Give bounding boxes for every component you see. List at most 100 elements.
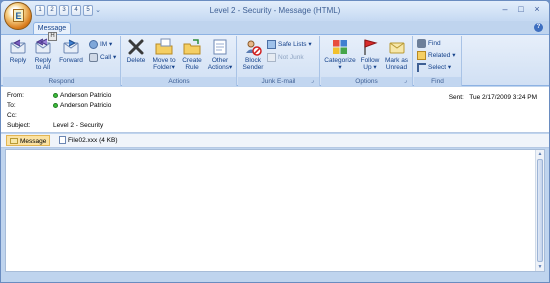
call-button[interactable]: Call ▾ — [89, 53, 116, 63]
related-icon — [417, 51, 426, 60]
reply-all-button[interactable]: Reply to All — [32, 38, 54, 71]
block-sender-icon — [246, 40, 262, 56]
keytip-badge: H — [48, 32, 57, 41]
window-title: Level 2 - Security - Message (HTML) — [209, 6, 341, 15]
subject-row: Subject: Level 2 - Security — [7, 122, 103, 129]
junk-dialog-launcher-icon[interactable]: ⌟ — [311, 78, 318, 85]
attachment-file[interactable]: File02.xxx (4 KB) — [56, 135, 121, 146]
forward-button[interactable]: Forward — [58, 38, 84, 64]
group-respond: Reply Reply to All Forward IM ▾ Call ▾ R… — [3, 36, 121, 86]
delete-button[interactable]: Delete — [125, 38, 147, 64]
select-button[interactable]: Select ▾ — [417, 63, 451, 73]
create-rule-button[interactable]: Create Rule — [180, 38, 204, 71]
move-to-folder-icon — [155, 38, 173, 55]
block-label-2: Sender — [242, 64, 264, 71]
subject-label: Subject: — [7, 122, 31, 129]
group-actions: Delete Move to Folder▾ Create Rule Other… — [122, 36, 237, 86]
move-label-2: Folder▾ — [153, 64, 175, 71]
title-bar: 1 2 3 4 5 ⌄ Level 2 - Security - Message… — [1, 1, 549, 21]
sent-info: Sent: Tue 2/17/2009 3:24 PM — [449, 94, 537, 101]
attachment-bar: Message File02.xxx (4 KB) — [1, 134, 549, 148]
block-sender-button[interactable]: Block Sender — [241, 38, 265, 71]
office-button[interactable]: E — [4, 2, 32, 30]
create-rule-icon — [183, 39, 201, 55]
mark-label-2: Unread — [385, 64, 408, 71]
not-junk-icon — [267, 53, 276, 62]
group-find: Find Related ▾ Select ▾ Find — [414, 36, 462, 86]
not-junk-button[interactable]: Not Junk — [267, 53, 304, 63]
message-view-tab[interactable]: Message — [6, 135, 51, 146]
other-actions-icon — [213, 39, 227, 55]
im-button[interactable]: IM ▾ — [89, 40, 112, 50]
group-label-find: Find — [414, 77, 461, 86]
message-header: From: Anderson Patricio To: Anderson Patri… — [1, 87, 549, 133]
im-icon — [89, 40, 98, 49]
options-dialog-launcher-icon[interactable]: ⌟ — [404, 78, 411, 85]
block-label-1: Block — [245, 57, 261, 64]
other-actions-button[interactable]: Other Actions▾ — [206, 38, 234, 71]
reply-all-label-2: to All — [35, 64, 51, 71]
find-button[interactable]: Find — [417, 39, 441, 49]
binoculars-icon — [417, 39, 426, 48]
reply-label: Reply — [9, 57, 27, 64]
mark-unread-icon — [389, 42, 404, 54]
from-label: From: — [7, 92, 24, 99]
scroll-thumb[interactable] — [537, 159, 543, 262]
help-icon[interactable]: ? — [534, 23, 543, 32]
cc-label: Cc: — [7, 112, 17, 119]
flag-icon — [364, 39, 378, 55]
follow-up-button[interactable]: Follow Up ▾ — [359, 38, 381, 71]
group-label-respond: Respond — [3, 77, 120, 86]
group-label-options: Options — [321, 77, 412, 86]
related-button[interactable]: Related ▾ — [417, 51, 455, 61]
group-label-actions: Actions — [122, 77, 236, 86]
move-label-1: Move to — [152, 57, 176, 64]
select-cursor-icon — [417, 63, 426, 72]
safe-lists-button[interactable]: Safe Lists ▾ — [267, 40, 312, 50]
maximize-button[interactable]: □ — [513, 4, 529, 16]
reply-icon — [10, 39, 26, 54]
follow-label-2: Up ▾ — [363, 64, 377, 71]
presence-online-icon — [53, 102, 58, 108]
sent-value: Tue 2/17/2009 3:24 PM — [469, 94, 537, 101]
move-to-folder-button[interactable]: Move to Folder▾ — [150, 38, 178, 71]
rule-label-1: Create — [182, 57, 202, 64]
close-button[interactable]: × — [529, 4, 545, 16]
cc-row: Cc: — [7, 112, 53, 119]
scroll-down-icon[interactable]: ▼ — [536, 263, 544, 271]
group-options: Categorize ▾ Follow Up ▾ Mark as Unread — [321, 36, 413, 86]
other-label-1: Other — [211, 57, 229, 64]
scroll-up-icon[interactable]: ▲ — [536, 150, 544, 158]
message-body[interactable]: ▲ ▼ — [5, 149, 545, 272]
mark-as-unread-button[interactable]: Mark as Unread — [383, 38, 410, 71]
other-label-2: Actions▾ — [207, 64, 233, 71]
from-row: From: Anderson Patricio — [7, 92, 111, 99]
forward-icon — [63, 39, 79, 54]
reply-button[interactable]: Reply — [7, 38, 29, 64]
sent-label: Sent: — [448, 94, 464, 101]
delete-label: Delete — [126, 57, 146, 64]
delete-icon — [128, 39, 144, 55]
from-value[interactable]: Anderson Patricio — [60, 92, 111, 99]
categorize-button[interactable]: Categorize ▾ — [323, 38, 357, 71]
bottom-frame — [1, 273, 549, 282]
categorize-dropdown: ▾ — [338, 64, 342, 71]
reply-all-label-1: Reply — [34, 57, 52, 64]
vertical-scrollbar[interactable]: ▲ ▼ — [535, 150, 544, 271]
minimize-button[interactable]: – — [497, 4, 513, 16]
file-icon — [59, 136, 66, 145]
message-window: 1 2 3 4 5 ⌄ Level 2 - Security - Message… — [0, 0, 550, 283]
to-label: To: — [7, 102, 16, 109]
follow-label-1: Follow — [360, 57, 380, 64]
group-label-junk: Junk E-mail — [238, 77, 319, 86]
mark-label-1: Mark as — [384, 57, 409, 64]
forward-label: Forward — [59, 57, 83, 64]
phone-icon — [89, 53, 98, 62]
ribbon-tab-row: Message — [1, 21, 549, 35]
ribbon: Reply Reply to All Forward IM ▾ Call ▾ R… — [1, 34, 549, 86]
safe-lists-icon — [267, 40, 276, 49]
to-row: To: Anderson Patricio — [7, 102, 111, 109]
subject-value: Level 2 - Security — [53, 122, 104, 129]
categorize-label: Categorize — [324, 57, 356, 64]
to-value[interactable]: Anderson Patricio — [60, 102, 111, 109]
